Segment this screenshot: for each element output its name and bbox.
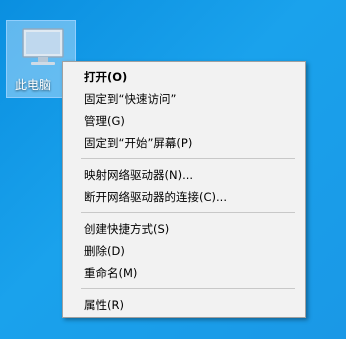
menu-item-pin-quick-access[interactable]: 固定到“快速访问” xyxy=(63,88,305,110)
menu-separator xyxy=(81,158,295,159)
menu-item-create-shortcut[interactable]: 创建快捷方式(S) xyxy=(63,218,305,240)
menu-item-manage[interactable]: 管理(G) xyxy=(63,110,305,132)
desktop-icon-label: 此电脑 xyxy=(15,78,52,92)
menu-item-properties[interactable]: 属性(R) xyxy=(63,294,305,316)
menu-item-rename[interactable]: 重命名(M) xyxy=(63,262,305,284)
menu-item-disconnect-network-drive[interactable]: 断开网络驱动器的连接(C)... xyxy=(63,186,305,208)
menu-separator xyxy=(81,212,295,213)
menu-item-delete[interactable]: 删除(D) xyxy=(63,240,305,262)
menu-item-pin-start[interactable]: 固定到“开始”屏幕(P) xyxy=(63,132,305,154)
menu-item-map-network-drive[interactable]: 映射网络驱动器(N)... xyxy=(63,164,305,186)
menu-separator xyxy=(81,288,295,289)
this-pc-icon xyxy=(22,28,64,65)
menu-item-open[interactable]: 打开(O) xyxy=(63,66,305,88)
context-menu: 打开(O) 固定到“快速访问” 管理(G) 固定到“开始”屏幕(P) 映射网络驱… xyxy=(62,61,306,318)
